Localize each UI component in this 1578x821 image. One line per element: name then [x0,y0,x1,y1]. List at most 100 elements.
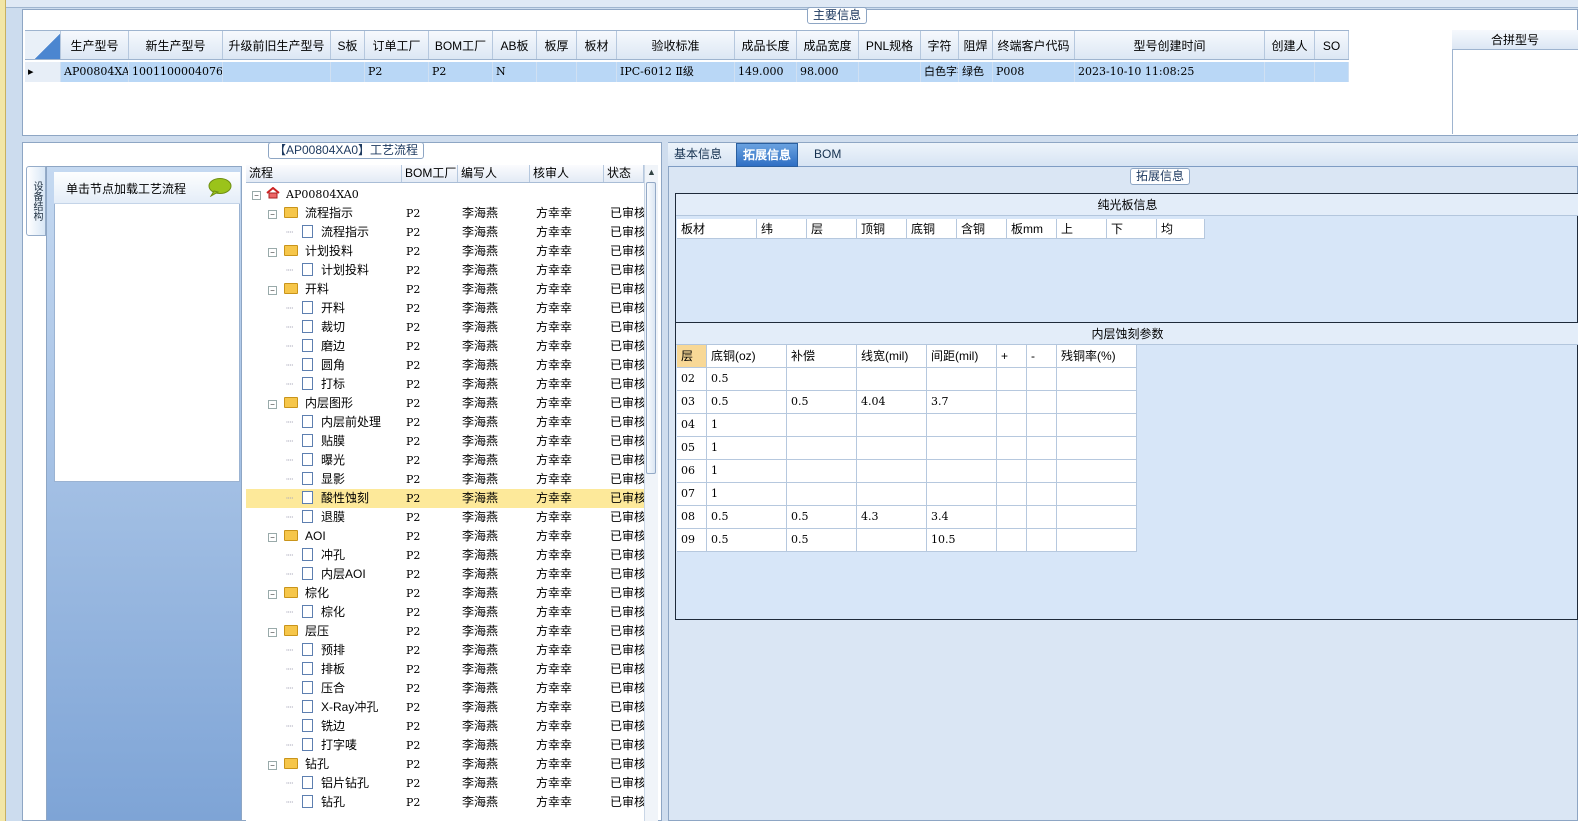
collapse-icon[interactable]: − [268,590,277,599]
etch-cell[interactable]: 04 [677,414,707,437]
tree-node-row[interactable]: ┈ 棕化 P2 李海燕 方幸幸 已审核 [246,603,644,622]
etch-column-header[interactable]: 层 [677,345,707,368]
tree-node-row[interactable]: ┈ 预排 P2 李海燕 方幸幸 已审核 [246,641,644,660]
etch-cell[interactable] [1027,506,1057,529]
scroll-up-icon[interactable]: ▲ [647,167,656,177]
device-structure-vtab[interactable]: 设备结构 [26,166,46,236]
tree-column-header[interactable]: 核审人 [530,165,604,182]
column-header[interactable]: SO [1315,31,1349,59]
etch-cell[interactable] [1057,391,1137,414]
etch-cell[interactable] [1057,414,1137,437]
etch-cell[interactable] [1027,529,1057,552]
etch-cell[interactable] [857,368,927,391]
etch-cell[interactable]: 4.04 [857,391,927,414]
etch-cell[interactable] [927,483,997,506]
column-header[interactable]: BOM工厂 [429,31,493,59]
grid-cell[interactable]: 2023-10-10 11:08:25 [1075,62,1265,82]
etch-cell[interactable] [1027,460,1057,483]
etch-cell[interactable]: 1 [707,460,787,483]
main-grid-row[interactable]: ▸AP00804XA010011000040762P2P2NIPC-6012 Ⅱ… [25,62,1349,82]
etch-cell[interactable] [1027,437,1057,460]
etch-cell[interactable] [787,437,857,460]
tree-node-row[interactable]: ┈ 磨边 P2 李海燕 方幸幸 已审核 [246,337,644,356]
column-header[interactable]: 升级前旧生产型号 [223,31,331,59]
etch-cell[interactable]: 0.5 [787,391,857,414]
etch-cell[interactable] [927,460,997,483]
column-header[interactable]: 型号创建时间 [1075,31,1265,59]
tree-node-row[interactable]: ┈ 圆角 P2 李海燕 方幸幸 已审核 [246,356,644,375]
column-header[interactable]: 终端客户代码 [993,31,1075,59]
tree-node-row[interactable]: ┈ 内层AOI P2 李海燕 方幸幸 已审核 [246,565,644,584]
etch-cell[interactable] [1027,414,1057,437]
bare-board-column[interactable]: 含铜 [957,219,1007,239]
bare-board-column[interactable]: 下 [1107,219,1157,239]
grid-cell[interactable]: 白色字符 [921,62,959,82]
etch-cell[interactable]: 0.5 [787,529,857,552]
etch-row[interactable]: 03 0.5 0.5 4.04 3.7 [677,391,1137,414]
etch-cell[interactable] [1057,529,1137,552]
collapse-icon[interactable]: − [268,210,277,219]
etch-cell[interactable] [787,414,857,437]
collapse-icon[interactable]: − [268,533,277,542]
tree-column-header[interactable]: 编写人 [458,165,530,182]
collapse-icon[interactable]: − [252,191,261,200]
etch-cell[interactable] [857,529,927,552]
grid-cell[interactable]: 98.000 [797,62,859,82]
etch-cell[interactable]: 0.5 [707,368,787,391]
column-header[interactable]: AB板 [493,31,537,59]
bare-board-column[interactable]: 纬 [757,219,807,239]
etch-row[interactable]: 06 1 [677,460,1137,483]
collapse-icon[interactable]: − [268,628,277,637]
etch-cell[interactable] [787,368,857,391]
tree-node-row[interactable]: ┈ 钻孔 P2 李海燕 方幸幸 已审核 [246,793,644,812]
etch-cell[interactable] [997,529,1027,552]
etch-column-header[interactable]: 底铜(oz) [707,345,787,368]
etch-cell[interactable] [857,414,927,437]
tree-column-header[interactable]: 状态 [604,165,644,182]
etch-cell[interactable] [1027,391,1057,414]
etch-cell[interactable]: 05 [677,437,707,460]
etch-cell[interactable] [927,368,997,391]
etch-row[interactable]: 08 0.5 0.5 4.3 3.4 [677,506,1137,529]
tree-node-row[interactable]: − 钻孔 P2 李海燕 方幸幸 已审核 [246,755,644,774]
tree-node-row[interactable]: ┈ 内层前处理 P2 李海燕 方幸幸 已审核 [246,413,644,432]
tree-node-row[interactable]: − 层压 P2 李海燕 方幸幸 已审核 [246,622,644,641]
grid-cell[interactable] [331,62,365,82]
tree-column-header[interactable]: BOM工厂 [402,165,458,182]
etch-cell[interactable]: 09 [677,529,707,552]
grid-cell[interactable]: AP00804XA0 [61,62,129,82]
grid-cell[interactable] [1265,62,1315,82]
tree-root-row[interactable]: − AP00804XA0 [246,185,644,204]
bare-board-column[interactable]: 上 [1057,219,1107,239]
etch-cell[interactable]: 07 [677,483,707,506]
tree-node-row[interactable]: ┈ 流程指示 P2 李海燕 方幸幸 已审核 [246,223,644,242]
column-header[interactable]: 阻焊 [959,31,993,59]
grid-cell[interactable] [223,62,331,82]
column-header[interactable]: 创建人 [1265,31,1315,59]
etch-cell[interactable] [997,391,1027,414]
grid-cell[interactable]: 绿色 [959,62,993,82]
etch-cell[interactable] [1027,483,1057,506]
etch-cell[interactable] [857,483,927,506]
tree-node-row[interactable]: ┈ X-Ray冲孔 P2 李海燕 方幸幸 已审核 [246,698,644,717]
etch-row[interactable]: 07 1 [677,483,1137,506]
etch-cell[interactable] [787,460,857,483]
bare-board-column[interactable]: 层 [807,219,857,239]
etch-cell[interactable] [1057,460,1137,483]
etch-cell[interactable]: 0.5 [707,506,787,529]
tab-basic-info[interactable]: 基本信息 [668,143,728,167]
tree-node-row[interactable]: − 内层图形 P2 李海燕 方幸幸 已审核 [246,394,644,413]
etch-column-header[interactable]: 线宽(mil) [857,345,927,368]
etch-row[interactable]: 09 0.5 0.5 10.5 [677,529,1137,552]
etch-cell[interactable] [997,437,1027,460]
etch-cell[interactable]: 1 [707,483,787,506]
etch-cell[interactable] [997,460,1027,483]
etch-row[interactable]: 04 1 [677,414,1137,437]
collapse-icon[interactable]: − [268,248,277,257]
tree-node-row[interactable]: ┈ 显影 P2 李海燕 方幸幸 已审核 [246,470,644,489]
etch-cell[interactable] [927,414,997,437]
column-header[interactable]: 字符 [921,31,959,59]
etch-cell[interactable] [857,437,927,460]
tree-node-row[interactable]: − 棕化 P2 李海燕 方幸幸 已审核 [246,584,644,603]
etch-cell[interactable]: 3.7 [927,391,997,414]
